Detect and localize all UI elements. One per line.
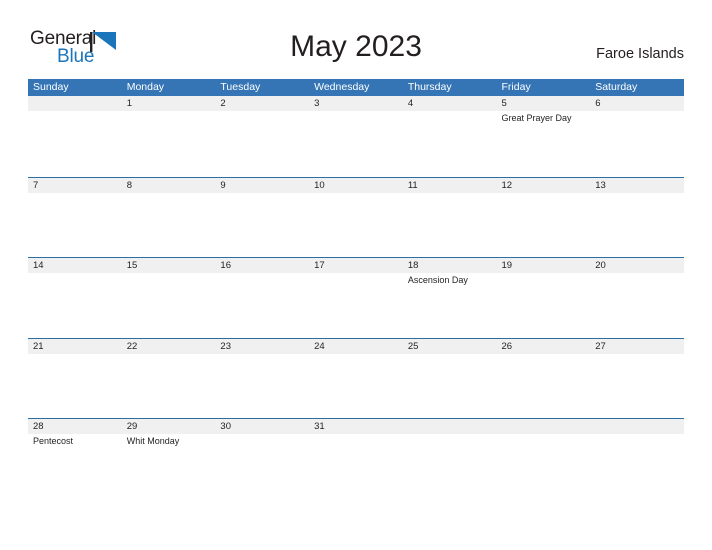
- day-number: 16: [220, 260, 231, 271]
- day-number: 22: [126, 340, 138, 352]
- weekday-header-tuesday: Tuesday: [220, 81, 261, 93]
- calendar-day-cell[interactable]: 27: [590, 339, 684, 419]
- calendar-day-cell[interactable]: 28 Pentecost: [28, 419, 122, 499]
- calendar-day-cell-empty: [590, 419, 684, 499]
- day-number: 27: [595, 340, 606, 352]
- day-number: 11: [407, 179, 418, 191]
- calendar-grid: Sunday Monday Tuesday Wednesday Thursday…: [28, 79, 684, 499]
- day-number: 20: [595, 260, 606, 271]
- holiday-label: Ascension Day: [407, 275, 468, 285]
- calendar-day-cell[interactable]: 23: [215, 339, 309, 419]
- day-number: 14: [33, 260, 44, 271]
- day-number: 29: [126, 421, 138, 432]
- page-header: General Blue May 2023 Faroe Islands: [0, 0, 712, 78]
- calendar-day-cell[interactable]: 15: [122, 258, 216, 338]
- weekday-header-friday: Friday: [501, 81, 531, 93]
- calendar-week-row: 7 8 9 10 11 12 13: [28, 176, 684, 258]
- calendar-day-cell[interactable]: 7: [28, 178, 122, 258]
- day-number: 23: [220, 340, 231, 352]
- calendar-day-cell[interactable]: 29 Whit Monday: [122, 419, 216, 499]
- day-number: 15: [126, 260, 138, 271]
- day-number: 9: [220, 179, 226, 191]
- calendar-page: General Blue May 2023 Faroe Islands Sund…: [0, 0, 712, 550]
- calendar-day-cell[interactable]: 16: [215, 258, 309, 338]
- calendar-day-cell[interactable]: 3: [309, 96, 403, 177]
- weekday-header-row: Sunday Monday Tuesday Wednesday Thursday…: [28, 79, 684, 96]
- day-number: 19: [501, 260, 513, 271]
- calendar-day-cell-empty: [497, 419, 591, 499]
- weekday-header-sunday: Sunday: [33, 81, 69, 93]
- holiday-label: Pentecost: [33, 436, 74, 446]
- calendar-week-row: 21 22 23 24 25 26 27: [28, 337, 684, 419]
- day-number: 28: [33, 421, 44, 432]
- weekday-header-wednesday: Wednesday: [314, 81, 370, 93]
- calendar-day-cell[interactable]: 11: [403, 178, 497, 258]
- holiday-label: Great Prayer Day: [501, 113, 572, 123]
- calendar-day-cell[interactable]: 13: [590, 178, 684, 258]
- day-number: 8: [126, 179, 132, 191]
- day-number: 18: [407, 260, 419, 271]
- calendar-day-cell[interactable]: 8: [122, 178, 216, 258]
- day-number: 26: [501, 340, 513, 352]
- calendar-day-cell-empty: [403, 419, 497, 499]
- calendar-week-row: 1 2 3 4 5 Great Prayer Day 6: [28, 96, 684, 177]
- calendar-day-cell-empty: [28, 96, 122, 177]
- day-number: 25: [407, 340, 419, 352]
- calendar-day-cell[interactable]: 18 Ascension Day: [403, 258, 497, 338]
- calendar-day-cell[interactable]: 22: [122, 339, 216, 419]
- calendar-weeks: 1 2 3 4 5 Great Prayer Day 6 7 8 9 10 11 12 13 14 15 16 1…: [28, 96, 684, 499]
- calendar-day-cell[interactable]: 6: [590, 96, 684, 177]
- calendar-week-row: 14 15 16 17 18 Ascension Day 19 20: [28, 257, 684, 338]
- calendar-week-cells: 14 15 16 17 18 Ascension Day 19 20: [28, 258, 684, 338]
- day-number: 1: [126, 98, 132, 109]
- country-label: Faroe Islands: [596, 46, 684, 62]
- calendar-day-cell[interactable]: 17: [309, 258, 403, 338]
- calendar-week-cells: 7 8 9 10 11 12 13: [28, 178, 684, 258]
- day-number: 7: [33, 179, 39, 191]
- calendar-day-cell[interactable]: 9: [215, 178, 309, 258]
- weekday-header-monday: Monday: [126, 81, 165, 93]
- day-number: 3: [314, 98, 320, 109]
- calendar-day-cell[interactable]: 1: [122, 96, 216, 177]
- calendar-day-cell[interactable]: 30: [215, 419, 309, 499]
- day-number: 21: [33, 340, 44, 352]
- calendar-day-cell[interactable]: 10: [309, 178, 403, 258]
- weekday-header-saturday: Saturday: [595, 81, 638, 93]
- calendar-day-cell[interactable]: 26: [497, 339, 591, 419]
- day-number: 17: [314, 260, 325, 271]
- calendar-day-cell[interactable]: 24: [309, 339, 403, 419]
- day-number: 12: [501, 179, 513, 191]
- calendar-day-cell[interactable]: 2: [215, 96, 309, 177]
- day-number: 4: [407, 98, 414, 109]
- calendar-week-cells: 28 Pentecost 29 Whit Monday 30 31: [28, 419, 684, 499]
- day-number: 6: [595, 98, 601, 109]
- holiday-label: Whit Monday: [126, 436, 180, 446]
- calendar-day-cell[interactable]: 20: [590, 258, 684, 338]
- calendar-day-cell[interactable]: 21: [28, 339, 122, 419]
- day-number: 31: [314, 421, 325, 432]
- calendar-day-cell[interactable]: 19: [497, 258, 591, 338]
- calendar-day-cell[interactable]: 5 Great Prayer Day: [497, 96, 591, 177]
- calendar-day-cell[interactable]: 31: [309, 419, 403, 499]
- day-number: 5: [501, 98, 507, 109]
- calendar-day-cell[interactable]: 25: [403, 339, 497, 419]
- calendar-day-cell[interactable]: 14: [28, 258, 122, 338]
- day-number: 2: [220, 98, 226, 109]
- calendar-day-cell[interactable]: 12: [497, 178, 591, 258]
- calendar-week-cells: 21 22 23 24 25 26 27: [28, 339, 684, 419]
- calendar-week-row: 28 Pentecost 29 Whit Monday 30 31: [28, 418, 684, 499]
- day-number: 13: [595, 179, 606, 191]
- calendar-day-cell[interactable]: 4: [403, 96, 497, 177]
- day-number: 30: [220, 421, 231, 432]
- weekday-header-thursday: Thursday: [407, 81, 452, 93]
- calendar-week-cells: 1 2 3 4 5 Great Prayer Day 6: [28, 96, 684, 177]
- day-number: 10: [314, 179, 325, 191]
- day-number: 24: [314, 340, 325, 352]
